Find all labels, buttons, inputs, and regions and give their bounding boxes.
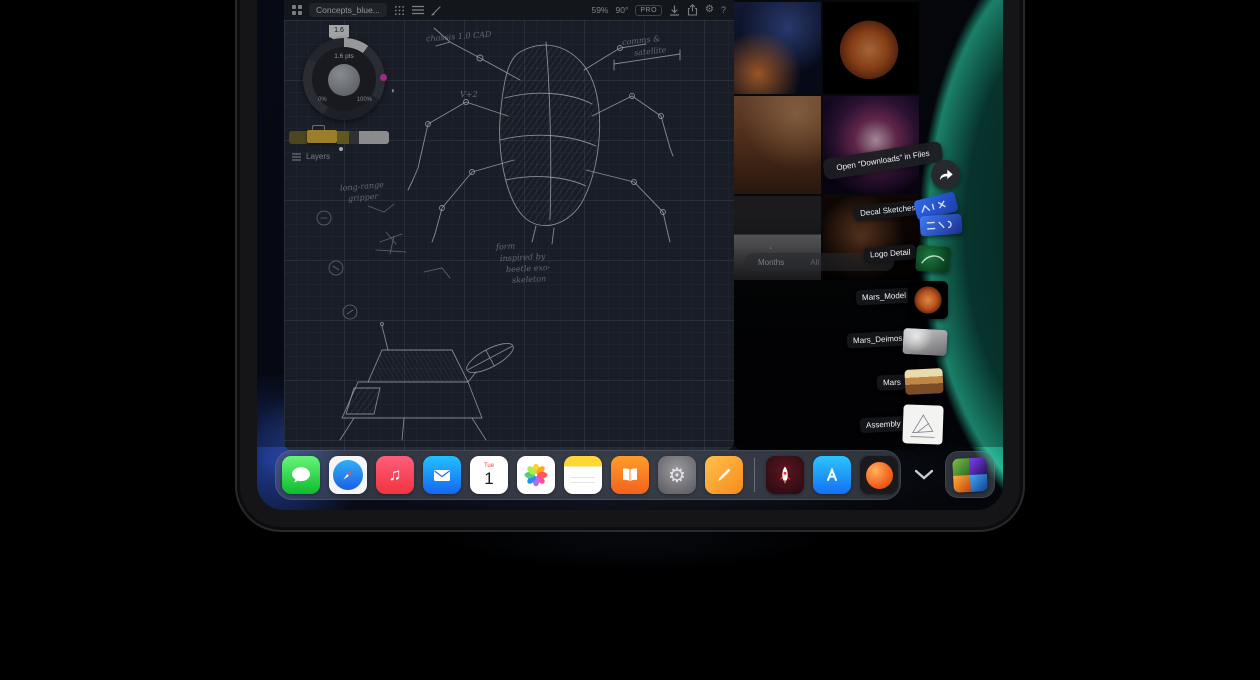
drag-label-mars-model: Mars_Model: [856, 288, 913, 306]
app-store-a-icon: [820, 463, 844, 487]
share-forward-bubble[interactable]: [931, 160, 960, 189]
safari-app-icon[interactable]: [329, 456, 367, 494]
drag-thumb-logo-detail[interactable]: [915, 245, 951, 273]
dock: ♫ Tue 1: [275, 450, 901, 500]
photo-stack-tile: [952, 457, 988, 493]
drag-label-assembly: Assembly: [860, 416, 907, 433]
photo-stack-widget[interactable]: [945, 451, 995, 498]
photos-app-icon[interactable]: [517, 456, 555, 494]
calendar-day: 1: [484, 470, 493, 487]
music-app-icon[interactable]: ♫: [376, 456, 414, 494]
ipad-screen: Concepts_blue... 59% 90° PRO: [257, 0, 1003, 510]
chat-bubble-icon: [289, 463, 313, 487]
rocket-icon: [773, 463, 797, 487]
drag-label-logo-detail: Logo Detail: [864, 244, 917, 263]
envelope-icon: [430, 463, 454, 487]
dock-divider: [754, 458, 755, 492]
forward-arrow-icon: [938, 168, 954, 182]
drag-label-decal-sketches: Decal Sketches: [853, 200, 922, 222]
drag-thumb-mars-deimos[interactable]: [902, 328, 947, 356]
rocket-app-icon[interactable]: [766, 456, 804, 494]
drag-label-mars: Mars: [877, 374, 907, 390]
drag-label-mars-deimos: Mars_Deimos: [847, 330, 909, 348]
open-book-icon: [618, 463, 642, 487]
stack-photo-green: [952, 458, 970, 476]
floor-glow: [420, 528, 850, 574]
messages-app-icon[interactable]: [282, 456, 320, 494]
notes-app-icon[interactable]: [564, 456, 602, 494]
books-app-icon[interactable]: [611, 456, 649, 494]
settings-app-icon[interactable]: ⚙: [658, 456, 696, 494]
stack-photo-orange: [953, 475, 971, 493]
drag-thumb-mars-model[interactable]: [908, 281, 948, 319]
orange-ring-app-icon[interactable]: [860, 456, 898, 494]
music-note-icon: ♫: [389, 465, 402, 485]
gear-icon: ⚙: [668, 463, 686, 488]
open-in-files-banner[interactable]: Open “Downloads” in Files: [822, 141, 944, 181]
flower-icon: [522, 461, 550, 489]
drag-thumb-assembly[interactable]: [902, 404, 943, 444]
app-store-app-icon[interactable]: [813, 456, 851, 494]
compass-dial-icon: [333, 460, 363, 490]
drag-thumb-decal-2[interactable]: [919, 214, 962, 237]
orange-disc-icon: [866, 462, 893, 489]
stack-photo-blue: [970, 474, 988, 492]
marketing-stage: Concepts_blue... 59% 90° PRO: [0, 0, 1260, 680]
ipad-device: Concepts_blue... 59% 90° PRO: [235, 0, 1025, 532]
drag-thumb-mars[interactable]: [904, 368, 943, 395]
sketch-app-icon[interactable]: [705, 456, 743, 494]
drag-and-drop-layer: Open “Downloads” in Files Decal Sketches…: [257, 0, 1003, 510]
pencil-icon: [713, 464, 735, 486]
chevron-down-icon[interactable]: [913, 467, 935, 482]
calendar-app-icon[interactable]: Tue 1: [470, 456, 508, 494]
stack-photo-purple: [969, 457, 987, 475]
mail-app-icon[interactable]: [423, 456, 461, 494]
